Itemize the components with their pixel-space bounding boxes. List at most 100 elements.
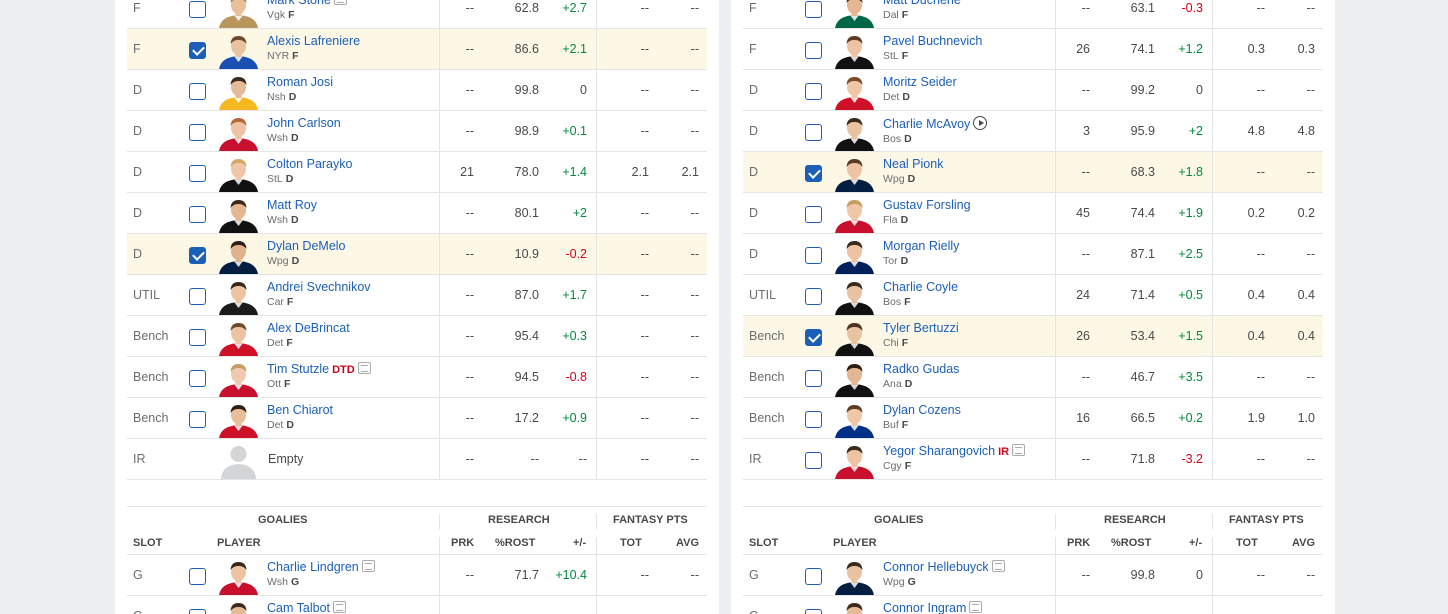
player-name-link[interactable]: Matt Roy	[267, 198, 317, 212]
injury-status-badge: IR	[998, 446, 1010, 458]
player-name-link[interactable]: Charlie McAvoy	[883, 117, 970, 131]
player-name-link[interactable]: Matt Duchene	[883, 0, 961, 7]
prk-column-header[interactable]: PRK	[451, 537, 474, 549]
news-icon[interactable]	[333, 601, 346, 613]
select-checkbox[interactable]	[805, 206, 822, 223]
player-name-link[interactable]: Dylan DeMelo	[267, 239, 346, 253]
column-divider	[596, 29, 597, 69]
select-checkbox[interactable]	[805, 370, 822, 387]
player-name-link[interactable]: Tyler Bertuzzi	[883, 321, 959, 335]
slot-column-header[interactable]: SLOT	[133, 537, 162, 549]
player-name-link[interactable]: John Carlson	[267, 116, 341, 130]
select-checkbox[interactable]	[805, 609, 822, 614]
player-name-link[interactable]: Connor Hellebuyck	[883, 560, 989, 574]
player-name-link[interactable]: Mark Stone	[267, 0, 331, 7]
player-name-link[interactable]: Dylan Cozens	[883, 403, 961, 417]
checked-checkbox[interactable]	[805, 329, 822, 346]
select-checkbox[interactable]	[805, 411, 822, 428]
select-checkbox[interactable]	[189, 288, 206, 305]
select-checkbox[interactable]	[189, 411, 206, 428]
player-name-link[interactable]: Tim Stutzle	[267, 362, 329, 376]
select-checkbox[interactable]	[805, 568, 822, 585]
column-divider	[596, 537, 597, 554]
select-checkbox[interactable]	[189, 165, 206, 182]
goalie-row: G Charlie Lindgren Wsh G -- 71.7 +10.4 -- --	[127, 555, 707, 596]
plus-minus-column-header[interactable]: +/-	[573, 537, 586, 549]
player-name-link[interactable]: Neal Pionk	[883, 157, 943, 171]
select-checkbox[interactable]	[189, 609, 206, 614]
plus-minus-column-header[interactable]: +/-	[1189, 537, 1202, 549]
select-checkbox[interactable]	[805, 42, 822, 59]
player-name-link[interactable]: Colton Parayko	[267, 157, 352, 171]
column-divider	[1055, 596, 1056, 614]
player-name-link[interactable]: Moritz Seider	[883, 75, 957, 89]
news-icon[interactable]	[969, 601, 983, 613]
select-checkbox[interactable]	[189, 83, 206, 100]
player-name-link[interactable]: Ben Chiarot	[267, 403, 333, 417]
player-name-link[interactable]: Alex DeBrincat	[267, 321, 350, 335]
player-name-link[interactable]: Yegor Sharangovich	[883, 444, 995, 458]
news-icon[interactable]	[361, 560, 375, 572]
column-divider	[596, 193, 597, 233]
select-checkbox[interactable]	[805, 83, 822, 100]
player-name-link[interactable]: Cam Talbot	[267, 601, 330, 614]
percent-rostered-value: --	[530, 452, 539, 466]
player-column-header[interactable]: PLAYER	[217, 537, 261, 549]
rank-value: --	[465, 329, 474, 343]
player-name-link[interactable]: Andrei Svechnikov	[267, 280, 371, 294]
player-name-link[interactable]: Connor Ingram	[883, 601, 966, 614]
rost-column-header[interactable]: %ROST	[1111, 537, 1151, 549]
fantasy-points-group-header: FANTASY PTS	[613, 514, 688, 526]
select-checkbox[interactable]	[189, 206, 206, 223]
player-name-link[interactable]: Alexis Lafreniere	[267, 34, 360, 48]
column-divider	[1055, 152, 1056, 192]
select-checkbox[interactable]	[805, 452, 822, 469]
select-checkbox[interactable]	[189, 568, 206, 585]
position-abbrev: D	[291, 214, 299, 226]
player-name-link[interactable]: Charlie Coyle	[883, 280, 958, 294]
select-checkbox[interactable]	[189, 370, 206, 387]
column-divider	[596, 275, 597, 315]
player-row: Bench Radko Gudas Ana D -- 46.7 +3.5 -- --	[743, 357, 1323, 398]
news-icon[interactable]	[357, 362, 371, 374]
select-checkbox[interactable]	[805, 1, 822, 18]
percent-rostered-value: 95.9	[1130, 124, 1155, 138]
video-play-icon[interactable]	[973, 116, 988, 130]
player-name-link[interactable]: Roman Josi	[267, 75, 333, 89]
player-name-link[interactable]: Charlie Lindgren	[267, 560, 359, 574]
news-icon[interactable]	[991, 560, 1005, 572]
news-icon[interactable]	[1012, 444, 1026, 456]
avg-column-header[interactable]: AVG	[1292, 537, 1315, 549]
rost-column-header[interactable]: %ROST	[495, 537, 535, 549]
plus-minus-value: +1.5	[1178, 329, 1203, 343]
player-name-link[interactable]: Pavel Buchnevich	[883, 34, 982, 48]
column-divider	[1212, 70, 1213, 110]
slot-label: Bench	[749, 411, 785, 425]
goalie-row: G Connor Ingram	[743, 596, 1323, 614]
player-name-link[interactable]: Morgan Rielly	[883, 239, 959, 253]
news-icon[interactable]	[333, 0, 347, 5]
checked-checkbox[interactable]	[805, 165, 822, 182]
select-checkbox[interactable]	[189, 1, 206, 18]
slot-column-header[interactable]: SLOT	[749, 537, 778, 549]
player-column-header[interactable]: PLAYER	[833, 537, 877, 549]
player-name-line: Ben Chiarot	[267, 403, 333, 418]
player-name-link[interactable]: Radko Gudas	[883, 362, 959, 376]
prk-column-header[interactable]: PRK	[1067, 537, 1090, 549]
select-checkbox[interactable]	[805, 124, 822, 141]
slot-label: D	[749, 83, 759, 97]
select-checkbox[interactable]	[805, 288, 822, 305]
column-divider	[1212, 152, 1213, 192]
player-info: Moritz Seider Det D	[883, 75, 957, 104]
tot-column-header[interactable]: TOT	[1236, 537, 1258, 549]
checked-checkbox[interactable]	[189, 247, 206, 264]
select-checkbox[interactable]	[189, 329, 206, 346]
column-header-row: SLOT PLAYER PRK %ROST +/- TOT AVG	[743, 530, 1323, 555]
select-checkbox[interactable]	[805, 247, 822, 264]
percent-rostered-value: 66.5	[1130, 411, 1155, 425]
avg-column-header[interactable]: AVG	[676, 537, 699, 549]
player-name-link[interactable]: Gustav Forsling	[883, 198, 971, 212]
tot-column-header[interactable]: TOT	[620, 537, 642, 549]
select-checkbox[interactable]	[189, 124, 206, 141]
checked-checkbox[interactable]	[189, 42, 206, 59]
